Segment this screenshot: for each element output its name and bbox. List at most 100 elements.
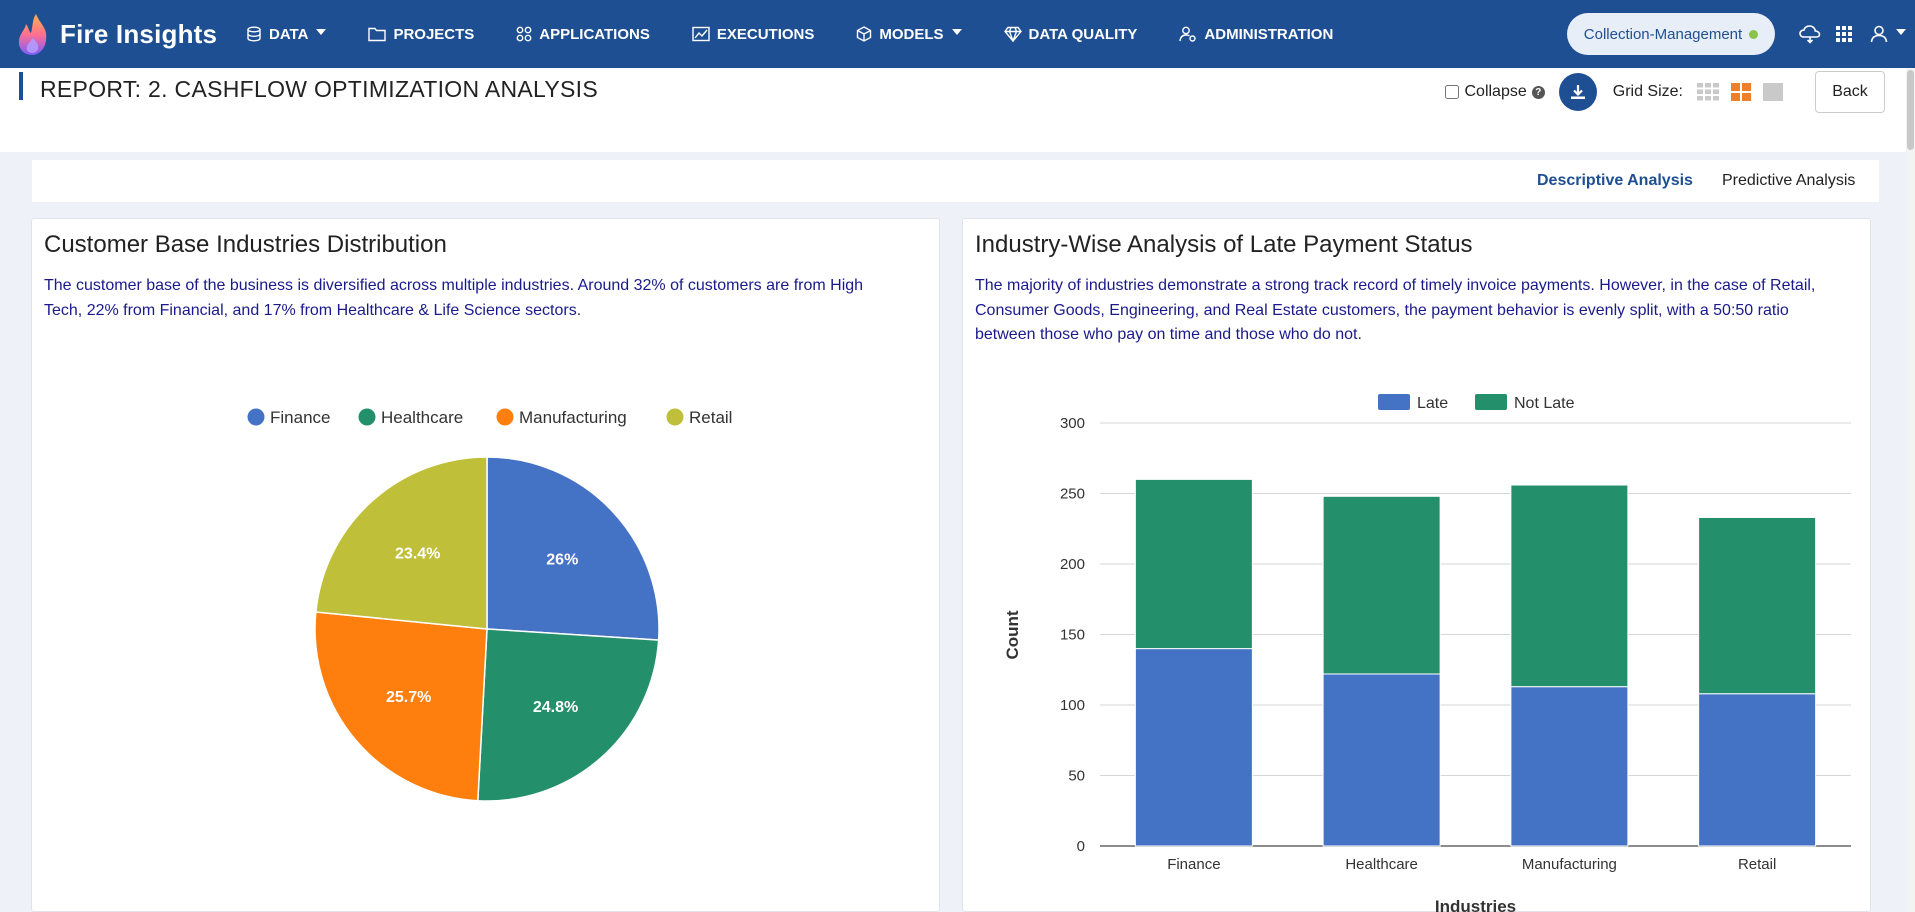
y-axis-title: Count (1003, 610, 1022, 659)
collapse-checkbox[interactable] (1445, 85, 1460, 99)
legend-swatch (247, 408, 265, 426)
pie-chart[interactable]: Finance Healthcare Manufacturing Retail 26% 2… (32, 219, 941, 912)
main-nav: DATA PROJECTS APPLICATIONS EXECUTIONS MODELS… (246, 0, 1375, 68)
flame-logo-icon (18, 14, 47, 55)
legend-item-finance[interactable]: Finance (247, 408, 331, 427)
pie-slice-label: 25.7% (386, 689, 431, 706)
project-status-dot (1749, 29, 1759, 39)
legend-label: Finance (270, 408, 330, 427)
chart-line-icon (692, 26, 717, 42)
nav-item-models[interactable]: MODELS (856, 0, 962, 68)
y-tick-label: 200 (1060, 556, 1085, 573)
legend-item-not-late[interactable]: Not Late (1475, 394, 1575, 412)
download-button[interactable] (1558, 73, 1597, 111)
tab-predictive-analysis[interactable]: Predictive Analysis (1722, 172, 1855, 190)
grid-size-label: Grid Size: (1612, 83, 1683, 100)
bar-manufacturing-not-late[interactable] (1510, 484, 1629, 688)
nav-item-label: MODELS (879, 25, 944, 43)
y-tick-label: 50 (1068, 768, 1085, 785)
x-tick-label: Finance (1167, 856, 1220, 873)
grid-size-2x2-option[interactable] (1731, 83, 1751, 101)
download-icon (1570, 85, 1585, 99)
help-icon[interactable]: ? (1531, 85, 1545, 99)
nav-item-label: DATA QUALITY (1028, 25, 1138, 43)
collapse-toggle[interactable]: Collapse ? (1445, 83, 1545, 101)
grid-1x1-icon (1763, 83, 1783, 101)
grid-size-1x1-option[interactable] (1763, 83, 1783, 101)
nav-item-projects[interactable]: PROJECTS (368, 0, 474, 68)
x-tick-label: Retail (1738, 856, 1776, 873)
legend-swatch (496, 408, 514, 426)
pie-slice-manufacturing[interactable] (314, 611, 488, 802)
cloud-icon[interactable] (1793, 14, 1827, 54)
bar-finance-late[interactable] (1134, 648, 1253, 847)
bar-healthcare-late[interactable] (1322, 673, 1441, 847)
legend-label: Not Late (1514, 395, 1575, 412)
bar-retail-not-late[interactable] (1698, 516, 1817, 695)
nav-item-applications[interactable]: APPLICATIONS (516, 0, 650, 68)
tab-descriptive-analysis[interactable]: Descriptive Analysis (1537, 172, 1693, 190)
legend-swatch (358, 408, 376, 426)
legend-item-late[interactable]: Late (1378, 394, 1448, 412)
cube-icon (856, 26, 879, 42)
stacked-bar-chart[interactable]: Late Not Late 0 50 100 150 200 250 300 Finance Hea… (963, 219, 1872, 912)
nav-item-data[interactable]: DATA (246, 0, 327, 68)
report-controls: Collapse ? Grid Size: Back (1445, 70, 1885, 114)
user-admin-icon (1179, 26, 1204, 42)
y-tick-label: 150 (1060, 627, 1085, 644)
x-tick-label: Manufacturing (1522, 856, 1617, 873)
database-icon (246, 26, 269, 42)
chevron-down-icon (316, 29, 327, 35)
y-tick-label: 0 (1077, 838, 1085, 855)
grid-size-3x3-option[interactable] (1697, 83, 1719, 101)
pie-slice-retail[interactable] (315, 456, 488, 630)
legend-item-manufacturing[interactable]: Manufacturing (496, 408, 627, 427)
y-tick-label: 100 (1060, 697, 1085, 714)
report-header: REPORT: 2. CASHFLOW OPTIMIZATION ANALYSI… (0, 68, 1915, 152)
nav-item-data-quality[interactable]: DATA QUALITY (1003, 0, 1138, 68)
collapse-label: Collapse (1464, 83, 1527, 100)
nav-item-label: ADMINISTRATION (1204, 25, 1334, 43)
legend-item-retail[interactable]: Retail (666, 408, 733, 427)
back-button[interactable]: Back (1815, 71, 1885, 113)
project-selector[interactable]: Collection-Management (1567, 13, 1775, 55)
nav-item-administration[interactable]: ADMINISTRATION (1179, 0, 1333, 68)
legend-swatch (1378, 394, 1410, 410)
brand[interactable]: Fire Insights (0, 0, 240, 68)
legend-item-healthcare[interactable]: Healthcare (358, 408, 464, 427)
legend-swatch (666, 408, 684, 426)
bar-retail-late[interactable] (1698, 693, 1817, 847)
x-tick-label: Healthcare (1345, 856, 1418, 873)
navbar-right: Collection-Management (1567, 0, 1915, 68)
project-name: Collection-Management (1583, 25, 1743, 43)
apps-launcher-icon[interactable] (1827, 14, 1861, 54)
y-tick-label: 300 (1060, 415, 1085, 432)
brand-name: Fire Insights (60, 18, 218, 49)
nav-item-executions[interactable]: EXECUTIONS (692, 0, 815, 68)
nav-item-label: APPLICATIONS (539, 25, 650, 43)
diamond-icon (1003, 26, 1029, 42)
page-title: REPORT: 2. CASHFLOW OPTIMIZATION ANALYSI… (40, 76, 599, 102)
legend-label: Healthcare (381, 408, 463, 427)
pie-slice-finance[interactable] (486, 456, 660, 641)
user-icon (1870, 25, 1888, 43)
bar-healthcare-not-late[interactable] (1322, 495, 1441, 675)
legend-label: Retail (689, 408, 732, 427)
page-scrollbar[interactable] (1906, 68, 1915, 912)
pie-slice-label: 24.8% (533, 699, 578, 716)
nav-item-label: DATA (269, 25, 309, 43)
legend-swatch (1475, 394, 1507, 410)
user-menu[interactable] (1861, 14, 1915, 54)
bar-manufacturing-late[interactable] (1510, 686, 1629, 847)
industries-distribution-card: Customer Base Industries Distribution Th… (31, 218, 940, 912)
bar-finance-not-late[interactable] (1134, 478, 1253, 650)
y-tick-label: 250 (1060, 486, 1085, 503)
legend-label: Manufacturing (519, 408, 627, 427)
grid-3x3-icon (1697, 83, 1719, 101)
top-navbar: Fire Insights DATA PROJECTS APPLICATIONS EX… (0, 0, 1915, 68)
nav-item-label: EXECUTIONS (716, 25, 815, 43)
pie-slice-label: 26% (546, 551, 578, 568)
scrollbar-thumb[interactable] (1907, 70, 1914, 150)
chevron-down-icon (951, 29, 962, 35)
folder-icon (368, 26, 393, 42)
